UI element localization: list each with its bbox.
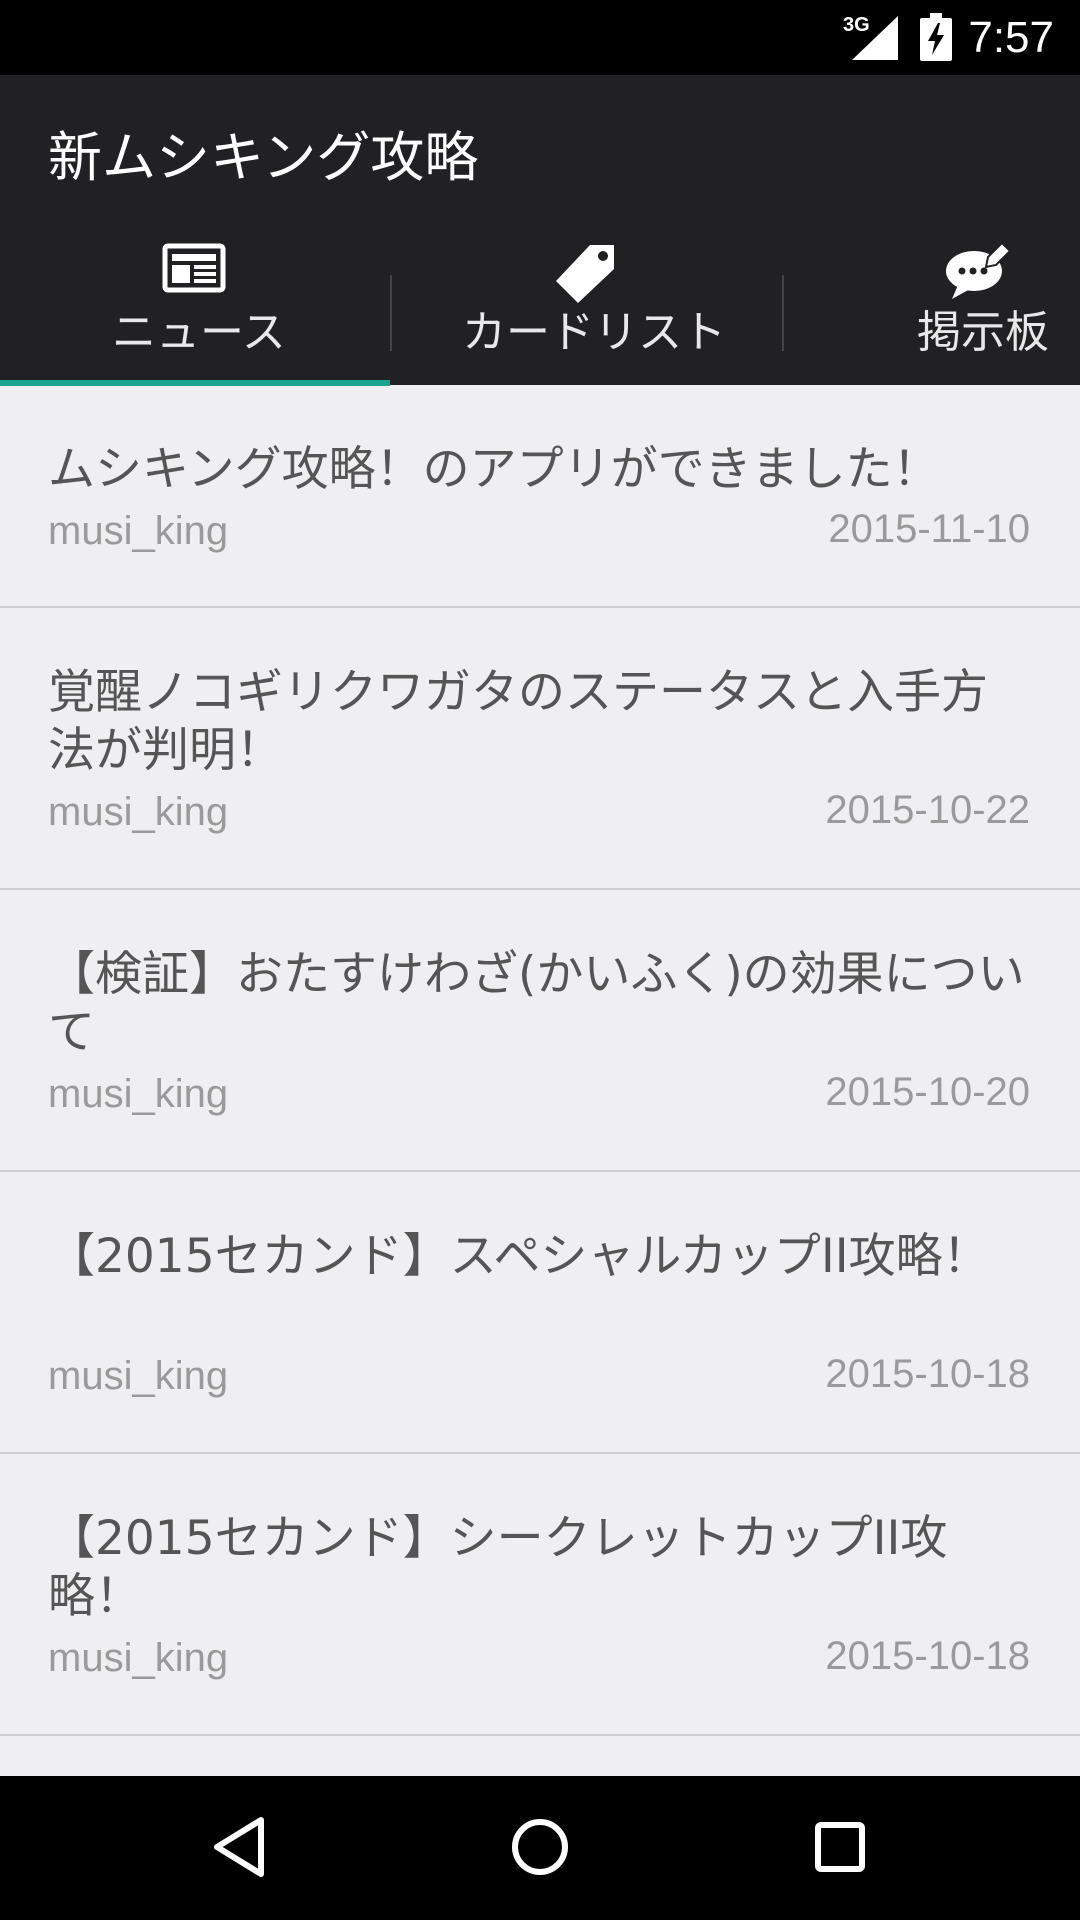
newspaper-icon [162, 243, 226, 293]
status-bar: 3G 7:57 [0, 0, 1080, 75]
list-item[interactable]: ムシキング攻略！のアプリができました！ musi_king 2015-11-10 [0, 385, 1080, 608]
news-title: 覚醒ノコギリクワガタのステータスと入手方法が判明！ [48, 665, 988, 778]
tab-card-list[interactable]: カードリスト [390, 235, 782, 385]
back-triangle-icon[interactable] [205, 1812, 275, 1882]
news-date: 2015-10-22 [825, 788, 1030, 832]
news-author: musi_king [48, 790, 229, 834]
news-date: 2015-10-18 [825, 1634, 1030, 1678]
news-author: musi_king [48, 1636, 229, 1680]
news-author: musi_king [48, 509, 229, 553]
tag-icon [556, 245, 614, 303]
chat-bubble-icon [946, 243, 1010, 299]
app-bar: 新ムシキング攻略 ニュース カードリスト 掲示板 [0, 75, 1080, 386]
news-date: 2015-11-10 [828, 507, 1030, 551]
news-title: ムシキング攻略！のアプリができました！ [48, 442, 940, 497]
tab-news-label: ニュース [112, 307, 286, 358]
home-circle-icon[interactable] [505, 1812, 575, 1882]
list-item[interactable]: 【検証】おたすけわざ(かいふく)の効果について musi_king 2015-1… [0, 890, 1080, 1172]
news-list: ムシキング攻略！のアプリができました！ musi_king 2015-11-10… [0, 385, 1080, 1736]
tab-card-list-label: カードリスト [462, 307, 726, 358]
news-title: 【検証】おたすけわざ(かいふく)の効果について [48, 947, 1025, 1060]
tab-board-label: 掲示板 [917, 307, 1049, 358]
navigation-bar [0, 1776, 1080, 1920]
news-author: musi_king [48, 1072, 229, 1116]
tab-news[interactable]: ニュース [0, 235, 390, 385]
clock: 7:57 [968, 13, 1054, 62]
list-item[interactable]: 【2015セカンド】シークレットカップII攻略！ musi_king 2015-… [0, 1454, 1080, 1736]
tab-bar: ニュース カードリスト 掲示板 [0, 235, 1080, 386]
battery-charging-icon [920, 13, 952, 61]
signal-icon [852, 16, 898, 60]
tab-board[interactable]: 掲示板 [782, 235, 1080, 385]
list-item[interactable]: 覚醒ノコギリクワガタのステータスと入手方法が判明！ musi_king 2015… [0, 608, 1080, 890]
news-date: 2015-10-20 [825, 1070, 1030, 1114]
news-title: 【2015セカンド】シークレットカップII攻略！ [48, 1511, 948, 1624]
app-title: 新ムシキング攻略 [48, 126, 479, 189]
screen: 3G 7:57 新ムシキング攻略 ニュース カードリスト 掲示板 ムシキング攻略… [0, 0, 1080, 1920]
news-title: 【2015セカンド】スペシャルカップII攻略！ [48, 1229, 990, 1284]
news-date: 2015-10-18 [825, 1352, 1030, 1396]
recents-square-icon[interactable] [805, 1812, 875, 1882]
news-author: musi_king [48, 1354, 229, 1398]
list-item[interactable]: 【2015セカンド】スペシャルカップII攻略！ musi_king 2015-1… [0, 1172, 1080, 1454]
